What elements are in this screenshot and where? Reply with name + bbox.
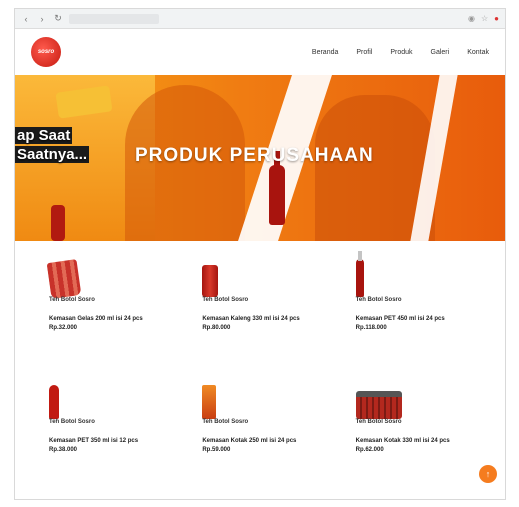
extension-icon[interactable]: ◉ <box>468 14 475 23</box>
browser-toolbar: ‹ › ↻ ◉ ☆ ● <box>15 9 505 29</box>
product-card[interactable]: Teh Botol Sosro Kemasan Kotak 250 ml isi… <box>184 369 337 477</box>
product-name[interactable]: Kemasan Kotak 330 ml isi 24 pcs Rp.62.00… <box>356 437 466 455</box>
bookmark-icon[interactable]: ☆ <box>481 14 488 23</box>
hero-slogan-line: Saatnya... <box>15 146 90 163</box>
address-bar[interactable] <box>69 13 159 24</box>
product-image <box>46 251 99 299</box>
product-name[interactable]: Kemasan Kotak 250 ml isi 24 pcs Rp.59.00… <box>202 437 312 455</box>
product-image <box>202 251 252 297</box>
site-header: sosro Beranda Profil Produk Galeri Konta… <box>15 29 505 75</box>
bottle-image <box>355 251 364 297</box>
product-name[interactable]: Kemasan PET 350 ml isi 12 pcs Rp.38.000 <box>49 437 159 455</box>
box-image <box>202 385 217 419</box>
hero-banner: ap Saat Saatnya... PRODUK PERUSAHAAN <box>15 75 505 241</box>
product-card[interactable]: Teh Botol Sosro Kemasan PET 350 ml isi 1… <box>31 369 184 477</box>
pack-image <box>355 391 402 419</box>
hero-bottle <box>269 151 285 225</box>
can-image <box>202 265 219 297</box>
brand-logo[interactable]: sosro <box>31 37 61 67</box>
product-image <box>49 373 99 419</box>
hero-slogan: ap Saat Saatnya... <box>15 127 90 165</box>
hero-slogan-line: ap Saat <box>15 127 73 144</box>
profile-icon[interactable]: ● <box>494 14 499 23</box>
arrow-up-icon[interactable]: ↑ <box>479 465 497 483</box>
back-icon[interactable]: ‹ <box>21 14 31 24</box>
product-name[interactable]: Kemasan Gelas 200 ml isi 24 pcs Rp.32.00… <box>49 315 159 333</box>
product-image <box>355 373 406 419</box>
menu-item-beranda[interactable]: Beranda <box>312 49 338 56</box>
menu-item-galeri[interactable]: Galeri <box>431 49 450 56</box>
product-grid: Teh Botol Sosro Kemasan Gelas 200 ml isi… <box>31 247 491 477</box>
browser-window: ‹ › ↻ ◉ ☆ ● sosro Beranda Profil Produk … <box>14 8 506 500</box>
main-menu: Beranda Profil Produk Galeri Kontak <box>312 49 489 56</box>
menu-item-kontak[interactable]: Kontak <box>467 49 489 56</box>
bottle-image <box>49 385 59 419</box>
product-category: Teh Botol Sosro <box>49 297 95 303</box>
product-name[interactable]: Kemasan PET 450 ml isi 24 pcs Rp.118.000 <box>356 315 466 333</box>
forward-icon[interactable]: › <box>37 14 47 24</box>
menu-item-produk[interactable]: Produk <box>390 49 412 56</box>
product-card[interactable]: Teh Botol Sosro Kemasan Kotak 330 ml isi… <box>338 369 491 477</box>
product-card[interactable]: Teh Botol Sosro Kemasan Kaleng 330 ml is… <box>184 247 337 355</box>
product-category: Teh Botol Sosro <box>202 419 249 425</box>
product-category: Teh Botol Sosro <box>49 419 95 425</box>
product-card[interactable]: Teh Botol Sosro Kemasan PET 450 ml isi 2… <box>338 247 491 355</box>
hero-title: PRODUK PERUSAHAAN <box>135 145 374 166</box>
menu-item-profil[interactable]: Profil <box>356 49 372 56</box>
hero-bottle <box>51 205 65 241</box>
product-category: Teh Botol Sosro <box>202 297 249 303</box>
product-category: Teh Botol Sosro <box>355 297 402 303</box>
product-name[interactable]: Kemasan Kaleng 330 ml isi 24 pcs Rp.80.0… <box>202 315 312 333</box>
reload-icon[interactable]: ↻ <box>53 13 63 24</box>
product-image <box>355 251 406 297</box>
product-card[interactable]: Teh Botol Sosro Kemasan Gelas 200 ml isi… <box>31 247 184 355</box>
product-image <box>202 373 252 419</box>
cup-image <box>46 259 82 299</box>
product-category: Teh Botol Sosro <box>355 419 402 425</box>
